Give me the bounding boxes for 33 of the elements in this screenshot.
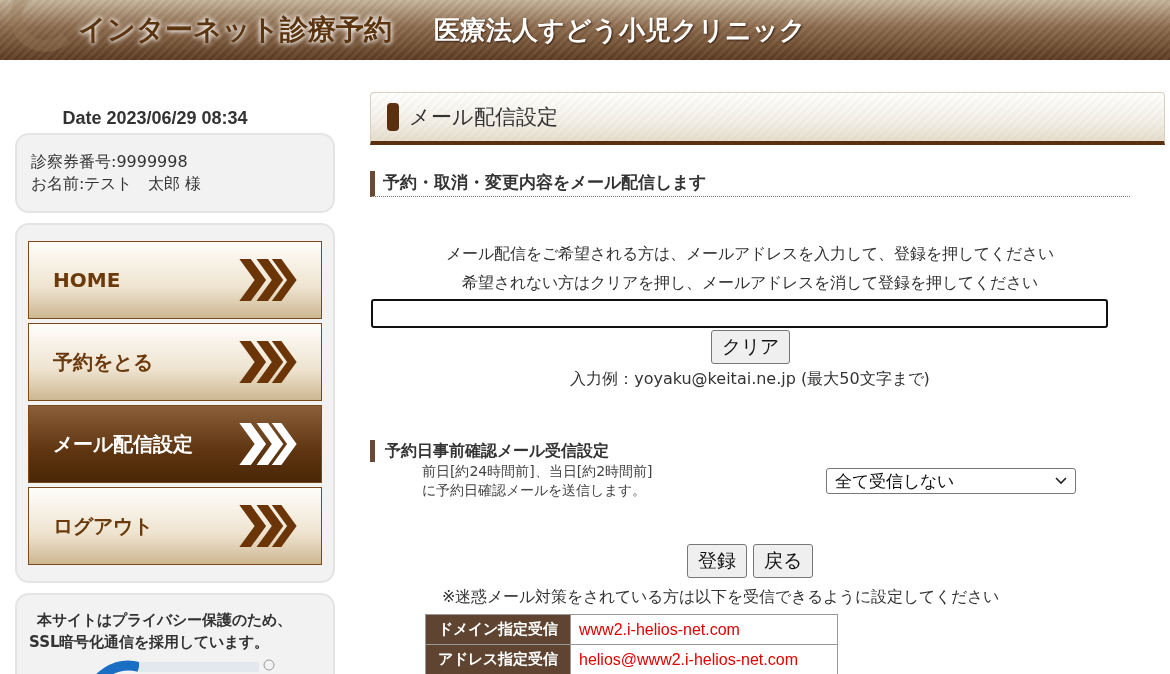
nav-button[interactable]: HOME — [28, 241, 322, 319]
clear-button[interactable]: クリア — [710, 330, 790, 364]
form-button[interactable]: 登録 — [687, 544, 747, 578]
card-number: 診察券番号:9999998 — [31, 151, 189, 173]
privacy-note: 本サイトはプライバシー保護のため、SSL暗号化通信を採用しています。 — [29, 610, 293, 653]
description-text: に予約日確認メールを送信します。 — [422, 481, 647, 500]
form-button[interactable]: 戻る — [753, 544, 813, 578]
clinic-name: 医療法人すどう小児クリニック — [434, 13, 806, 47]
input-example: 入力例：yoyaku@keitai.ne.jp (最大50文字まで) — [570, 368, 930, 390]
chevrons-icon — [239, 259, 297, 301]
nav-button[interactable]: メール配信設定 — [28, 405, 322, 483]
table-header-cell: アドレス指定受信 — [425, 644, 571, 674]
instruction-text: メール配信をご希望される方は、メールアドレスを入力して、登録を押してください — [446, 243, 1054, 265]
table-header-cell: ドメイン指定受信 — [425, 614, 571, 645]
chevrons-icon — [239, 505, 297, 547]
service-title: インターネット診療予約 — [78, 12, 392, 48]
section-heading: 予約・取消・変更内容をメール配信します — [370, 171, 1130, 197]
notification-select[interactable]: 全て受信しない — [826, 468, 1076, 494]
title-marker-icon — [387, 103, 399, 131]
nav-button[interactable]: 予約をとる — [28, 323, 322, 401]
nav-button[interactable]: ログアウト — [28, 487, 322, 565]
description-text: 前日[約24時間前]、当日[約2時間前] — [422, 462, 654, 481]
chevron-down-icon — [1055, 477, 1067, 485]
chevrons-icon — [239, 423, 297, 465]
email-input[interactable] — [371, 299, 1108, 328]
chevrons-icon — [239, 341, 297, 383]
patient-name: お名前:テスト 太郎 様 — [31, 173, 203, 195]
section-heading: 予約日事前確認メール受信設定 — [370, 440, 1165, 462]
date-time: Date 2023/06/29 08:34 — [61, 107, 249, 130]
table-cell: www2.i-helios-net.com — [570, 614, 838, 645]
page-title: メール配信設定 — [409, 104, 558, 131]
spam-note: ※迷惑メール対策をされている方は以下を受信できるように設定してください — [442, 586, 1001, 608]
instruction-text: 希望されない方はクリアを押し、メールアドレスを消して登録を押してください — [462, 272, 1038, 294]
